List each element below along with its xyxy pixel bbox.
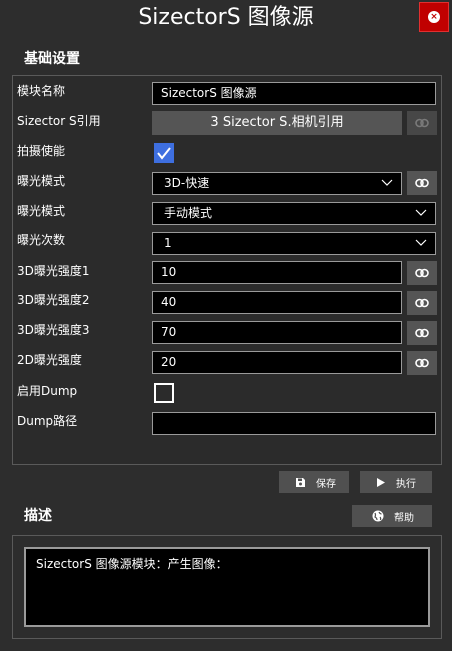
exposure-count-label: 曝光次数 — [17, 233, 66, 247]
save-icon — [295, 477, 306, 488]
exposure-count-value: 1 — [164, 236, 172, 250]
dump-path-label: Dump路径 — [17, 414, 78, 428]
description-text[interactable]: SizectorS 图像源模块：产生图像： — [24, 547, 430, 627]
sizector-ref-button[interactable]: 3 Sizector S.相机引用 — [152, 111, 402, 135]
module-name-label: 模块名称 — [17, 84, 66, 98]
exposure-mode-2-label: 曝光模式 — [17, 204, 66, 218]
globe-icon — [372, 510, 384, 522]
capture-enable-checkbox[interactable] — [154, 143, 174, 163]
help-button[interactable]: 帮助 — [352, 505, 432, 527]
exposure-mode-label: 曝光模式 — [17, 174, 66, 188]
exposure-2d-label: 2D曝光强度 — [17, 353, 82, 367]
exposure-3d-1-link-button[interactable] — [407, 261, 437, 285]
link-icon — [415, 298, 429, 308]
sizector-ref-link-button — [407, 111, 437, 135]
save-label: 保存 — [316, 478, 336, 490]
exposure-3d-2-link-button[interactable] — [407, 291, 437, 315]
exposure-2d-input[interactable]: 20 — [152, 351, 402, 374]
chevron-down-icon — [415, 239, 427, 246]
enable-dump-checkbox[interactable] — [154, 383, 174, 403]
exposure-mode-2-value: 手动模式 — [164, 206, 213, 220]
enable-dump-label: 启用Dump — [17, 384, 78, 398]
run-button[interactable]: 执行 — [360, 471, 432, 493]
exposure-mode-value: 3D-快速 — [164, 176, 210, 190]
link-icon — [415, 268, 429, 278]
sizector-ref-label: Sizector S引用 — [17, 114, 101, 128]
chevron-down-icon — [381, 179, 393, 186]
exposure-mode-2-dropdown[interactable]: 手动模式 — [152, 202, 436, 225]
exposure-3d-3-input[interactable]: 70 — [152, 321, 402, 344]
exposure-mode-link-button[interactable] — [407, 171, 437, 195]
exposure-3d-1-label: 3D曝光强度1 — [17, 264, 90, 278]
exposure-3d-1-input[interactable]: 10 — [152, 261, 402, 284]
link-icon — [415, 178, 429, 188]
description-title: 描述 — [24, 508, 52, 524]
checkmark-icon — [157, 147, 171, 160]
dump-path-input[interactable] — [152, 412, 436, 435]
run-label: 执行 — [396, 478, 416, 490]
window-title: SizectorS 图像源 — [138, 5, 314, 30]
link-icon — [415, 328, 429, 338]
link-icon — [415, 358, 429, 368]
exposure-3d-2-input[interactable]: 40 — [152, 291, 402, 314]
chevron-down-icon — [415, 209, 427, 216]
help-label: 帮助 — [394, 512, 414, 524]
exposure-mode-dropdown[interactable]: 3D-快速 — [152, 172, 402, 195]
exposure-2d-link-button[interactable] — [407, 351, 437, 375]
capture-enable-label: 拍摄使能 — [17, 144, 66, 158]
module-name-input[interactable]: SizectorS 图像源 — [152, 82, 436, 105]
exposure-3d-3-link-button[interactable] — [407, 321, 437, 345]
save-button[interactable]: 保存 — [279, 471, 349, 493]
play-icon — [376, 477, 386, 488]
exposure-3d-3-label: 3D曝光强度3 — [17, 323, 90, 337]
title-bar: SizectorS 图像源 × — [0, 0, 452, 36]
exposure-3d-2-label: 3D曝光强度2 — [17, 293, 90, 307]
basic-settings-title: 基础设置 — [24, 51, 80, 67]
close-icon: × — [428, 11, 440, 23]
close-button[interactable]: × — [419, 2, 449, 32]
exposure-count-dropdown[interactable]: 1 — [152, 232, 436, 255]
link-icon — [415, 118, 429, 128]
